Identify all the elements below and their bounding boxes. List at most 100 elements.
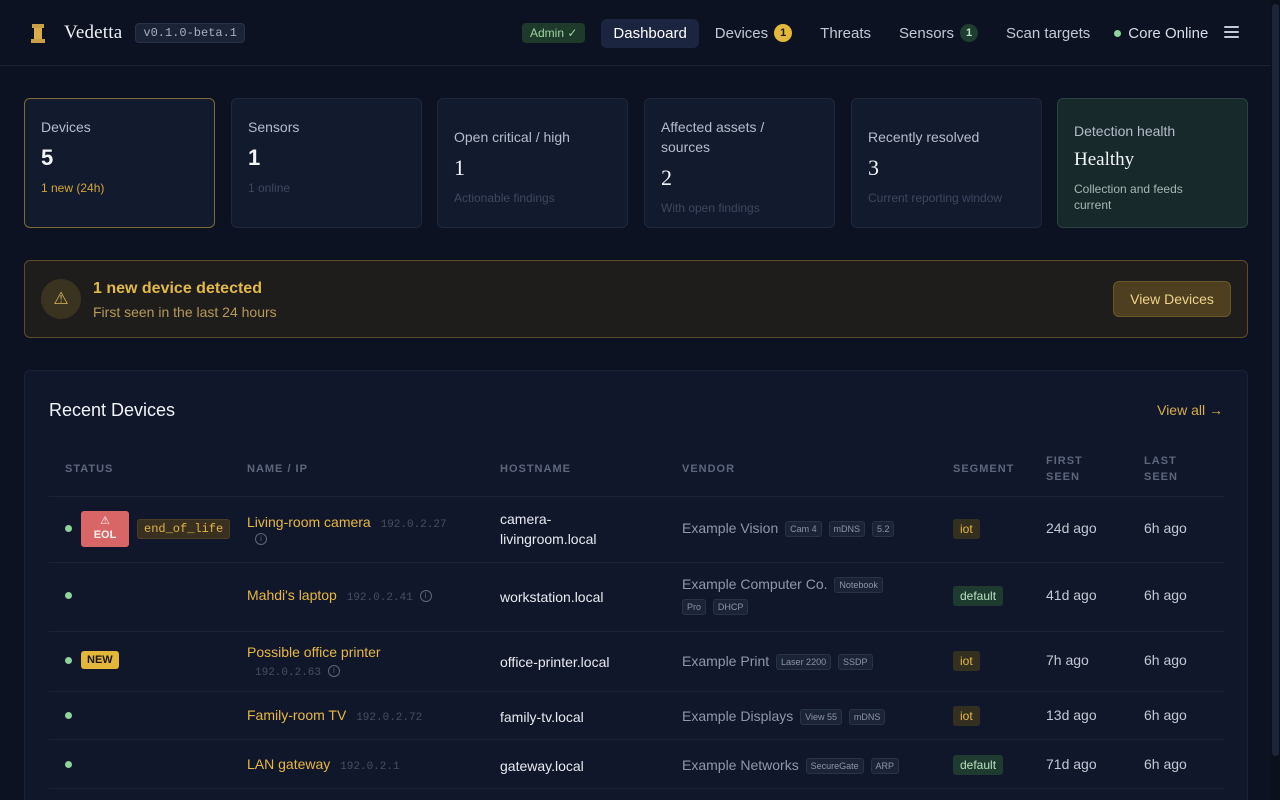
device-name-link[interactable]: LAN gateway bbox=[247, 756, 330, 772]
segment-badge: iot bbox=[953, 519, 980, 539]
first-seen: 41d ago bbox=[1046, 587, 1097, 603]
device-name-link[interactable]: Possible office printer bbox=[247, 644, 381, 660]
last-seen: 6h ago bbox=[1144, 652, 1187, 668]
nav-scan-targets[interactable]: Scan targets bbox=[994, 19, 1102, 48]
segment-badge: default bbox=[953, 586, 1004, 606]
vendor: Example Vision Cam 4 mDNS 5.2 bbox=[682, 517, 895, 539]
admin-badge: Admin ✓ bbox=[522, 23, 586, 43]
vendor-name: Example Computer Co. bbox=[682, 576, 828, 592]
status-online-dot bbox=[65, 657, 72, 664]
device-name-ip: Mahdi's laptop 192.0.2.41 i bbox=[247, 587, 432, 604]
device-name-ip: Living-room camera 192.0.2.27 bbox=[247, 514, 447, 531]
stat-sub: Current reporting window bbox=[868, 191, 1003, 205]
nav-threats[interactable]: Threats bbox=[808, 19, 883, 48]
stat-value: 2 bbox=[661, 165, 672, 190]
version-badge: v0.1.0-beta.1 bbox=[135, 22, 245, 43]
device-name-link[interactable]: Family-room TV bbox=[247, 707, 346, 723]
segment-badge: default bbox=[953, 755, 1004, 775]
stat-card-detection-health[interactable]: Detection health Healthy Collection and … bbox=[1057, 98, 1248, 228]
vendor-chip: View 55 bbox=[800, 709, 843, 726]
stat-value: 1 bbox=[454, 155, 465, 180]
device-name-ip: Family-room TV 192.0.2.72 bbox=[247, 707, 422, 724]
stat-value: 1 bbox=[248, 145, 261, 170]
stat-sub: 1 online bbox=[248, 181, 291, 195]
stat-card-devices[interactable]: Devices 5 1 new (24h) bbox=[24, 98, 215, 228]
stat-label: Sensors bbox=[248, 119, 300, 135]
nav-devices-label: Devices bbox=[714, 24, 769, 42]
last-seen: 6h ago bbox=[1144, 756, 1187, 772]
col-header-first-seen-line2: SEEN bbox=[1046, 471, 1080, 483]
new-badge: NEW bbox=[81, 651, 119, 669]
warning-icon: ⚠ bbox=[100, 515, 110, 527]
col-header-name-ip[interactable]: NAME / IP bbox=[247, 461, 308, 477]
last-seen: 6h ago bbox=[1144, 707, 1187, 723]
info-icon[interactable]: i bbox=[327, 665, 340, 678]
app-name: Vedetta bbox=[64, 21, 123, 43]
device-ip: 192.0.2.72 bbox=[356, 712, 423, 724]
first-seen: 7h ago bbox=[1046, 652, 1089, 668]
hostname-line1: camera- bbox=[500, 511, 552, 527]
divider bbox=[49, 788, 1225, 789]
alert-subtitle: First seen in the last 24 hours bbox=[93, 304, 277, 320]
nav-dashboard[interactable]: Dashboard bbox=[601, 18, 699, 48]
first-seen: 24d ago bbox=[1046, 520, 1097, 536]
view-all-link[interactable]: View all → bbox=[1157, 402, 1223, 418]
hostname: gateway.local bbox=[500, 758, 584, 774]
col-header-status[interactable]: STATUS bbox=[65, 461, 113, 477]
status-tag: end_of_life bbox=[137, 519, 231, 539]
col-header-first-seen[interactable]: FIRST SEEN bbox=[1046, 453, 1083, 485]
info-icon[interactable]: i bbox=[255, 533, 267, 545]
vendor-chip: SecureGate bbox=[805, 758, 864, 775]
nav-sensors[interactable]: Sensors 1 bbox=[887, 18, 990, 48]
scrollbar[interactable] bbox=[1270, 0, 1280, 800]
device-name-link[interactable]: Living-room camera bbox=[247, 514, 371, 530]
alert-title: 1 new device detected bbox=[93, 280, 262, 297]
eol-badge: ⚠ EOL bbox=[81, 511, 129, 547]
device-ip: 192.0.2.41 bbox=[346, 592, 413, 604]
hostname-line2: livingroom.local bbox=[500, 531, 597, 547]
col-header-vendor[interactable]: VENDOR bbox=[682, 461, 735, 477]
view-devices-button[interactable]: View Devices bbox=[1113, 281, 1231, 317]
new-device-alert: ⚠ 1 new device detected First seen in th… bbox=[24, 260, 1248, 338]
status-online-dot bbox=[65, 761, 72, 768]
scrollbar-thumb[interactable] bbox=[1272, 4, 1279, 756]
vendor-chip: SSDP bbox=[837, 654, 873, 671]
stat-card-recently-resolved[interactable]: Recently resolved 3 Current reporting wi… bbox=[851, 98, 1042, 228]
vendor-chip: mDNS bbox=[828, 521, 866, 538]
stat-label: Open critical / high bbox=[454, 129, 570, 145]
vendor-name: Example Print bbox=[682, 653, 770, 669]
device-ip: 192.0.2.27 bbox=[380, 519, 447, 531]
col-header-last-seen[interactable]: LAST SEEN bbox=[1144, 453, 1178, 485]
segment-badge: iot bbox=[953, 706, 980, 726]
stat-label: Recently resolved bbox=[868, 129, 980, 145]
vendor-chip: ARP bbox=[870, 758, 900, 775]
divider bbox=[49, 691, 1225, 692]
nav-scan-targets-label: Scan targets bbox=[1006, 24, 1091, 42]
device-name-link[interactable]: Mahdi's laptop bbox=[247, 587, 337, 603]
col-header-last-seen-line1: LAST bbox=[1144, 455, 1177, 467]
stat-card-open-critical[interactable]: Open critical / high 1 Actionable findin… bbox=[437, 98, 628, 228]
first-seen: 13d ago bbox=[1046, 707, 1097, 723]
core-status-label: Core Online bbox=[1128, 24, 1209, 42]
col-header-last-seen-line2: SEEN bbox=[1144, 471, 1178, 483]
col-header-hostname[interactable]: HOSTNAME bbox=[500, 461, 571, 477]
col-header-segment[interactable]: SEGMENT bbox=[953, 461, 1014, 477]
stat-label: Affected assets / sources bbox=[661, 119, 765, 155]
device-name-ip: LAN gateway 192.0.2.1 bbox=[247, 756, 400, 773]
devices-count-badge: 1 bbox=[774, 24, 793, 42]
vendor-chip: DHCP bbox=[712, 599, 749, 616]
brand[interactable]: Vedetta v0.1.0-beta.1 bbox=[30, 22, 245, 44]
nav-devices[interactable]: Devices 1 bbox=[703, 18, 804, 48]
stat-card-affected-assets[interactable]: Affected assets / sources 2 With open fi… bbox=[644, 98, 835, 228]
nav-dashboard-label: Dashboard bbox=[613, 24, 687, 42]
warning-icon: ⚠ bbox=[41, 279, 81, 319]
status-online-dot bbox=[65, 712, 72, 719]
vendor: Example Print Laser 2200 SSDP bbox=[682, 650, 873, 672]
info-icon[interactable]: i bbox=[419, 590, 432, 603]
recent-devices-panel: Recent Devices View all → STATUS NAME / … bbox=[24, 370, 1248, 800]
core-status: Core Online bbox=[1114, 25, 1208, 42]
menu-icon[interactable] bbox=[1224, 26, 1239, 38]
last-seen: 6h ago bbox=[1144, 520, 1187, 536]
stat-card-sensors[interactable]: Sensors 1 1 online bbox=[231, 98, 422, 228]
hostname: workstation.local bbox=[500, 589, 604, 605]
